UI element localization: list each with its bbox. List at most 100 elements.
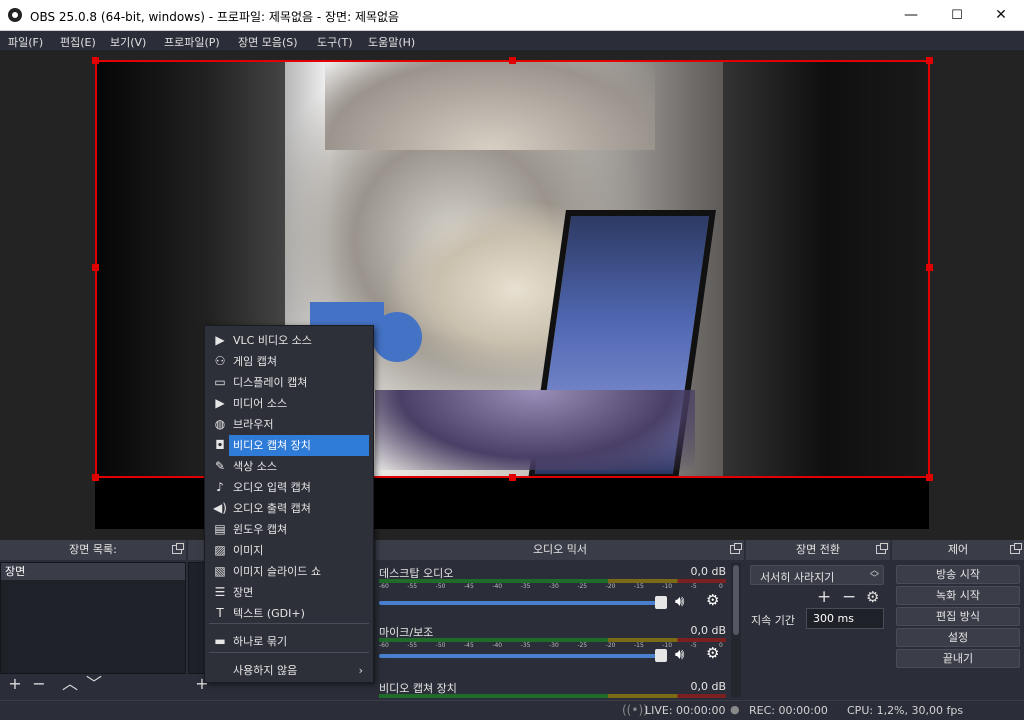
controls-title: 제어 — [892, 540, 1024, 560]
gear-icon[interactable]: ⚙ — [706, 591, 719, 609]
menu-item[interactable]: ◍ 브라우저 — [205, 414, 373, 435]
menu-tools[interactable]: 도구(T) — [317, 34, 353, 50]
remove-transition-button[interactable]: − — [842, 587, 856, 607]
start-recording-button[interactable]: 녹화 시작 — [896, 586, 1020, 605]
scenes-list[interactable]: 장면 — [0, 562, 186, 674]
transitions-title: 장면 전환 — [746, 540, 890, 560]
menu-item-label: 색상 소스 — [233, 460, 277, 473]
blue-circle-shape — [372, 312, 422, 362]
menu-item[interactable]: ▨ 이미지 — [205, 540, 373, 561]
level-meter — [379, 694, 726, 698]
transition-select[interactable]: 서서히 사라지기 ︿ ﹀ — [750, 565, 884, 585]
mixer-scrollbar[interactable] — [731, 563, 741, 697]
rec-indicator-icon: ● — [730, 703, 740, 716]
db-tick-label: -45 — [464, 642, 474, 649]
undock-icon[interactable] — [1010, 543, 1022, 554]
menu-profile[interactable]: 프로파일(P) — [164, 34, 220, 50]
menu-item-label: 이미지 슬라이드 쇼 — [233, 565, 321, 578]
db-tick-label: -15 — [634, 583, 644, 590]
menu-separator — [209, 623, 369, 624]
resize-handle[interactable] — [92, 57, 99, 64]
menu-item[interactable]: ▶ VLC 비디오 소스 — [205, 330, 373, 351]
menu-edit[interactable]: 편집(E) — [60, 34, 96, 50]
menu-item[interactable]: ✎ 색상 소스 — [205, 456, 373, 477]
camera-icon: ◘ — [215, 438, 225, 452]
db-tick-label: -30 — [549, 583, 559, 590]
undock-icon[interactable] — [876, 543, 888, 554]
db-tick-label: -10 — [662, 583, 673, 590]
gear-icon[interactable]: ⚙ — [706, 644, 719, 662]
menu-view[interactable]: 보기(V) — [110, 34, 146, 50]
remove-scene-button[interactable]: − — [29, 675, 49, 693]
globe-icon: ◍ — [214, 417, 226, 431]
resize-handle[interactable] — [926, 474, 933, 481]
menu-item-label: 윈도우 캡쳐 — [233, 523, 288, 536]
settings-button[interactable]: 설정 — [896, 628, 1020, 647]
maximize-button[interactable]: ☐ — [934, 0, 980, 31]
exit-button[interactable]: 끝내기 — [896, 649, 1020, 668]
add-transition-button[interactable]: + — [817, 587, 831, 607]
menu-item[interactable]: 사용하지 않음 › — [205, 660, 373, 681]
menu-item[interactable]: ♪ 오디오 입력 캡쳐 — [205, 477, 373, 498]
channel-db: 0,0 dB — [690, 565, 726, 578]
folder-icon: ▬ — [214, 634, 226, 648]
move-down-button[interactable]: ﹀ — [84, 675, 104, 693]
duration-spinbox[interactable]: 300 ms — [806, 608, 884, 629]
menu-item[interactable]: T 텍스트 (GDI+) — [205, 603, 373, 624]
gear-icon[interactable]: ⚙ — [866, 588, 879, 606]
brush-icon: ✎ — [214, 459, 226, 473]
db-scale: -60 -55 -50 -45 -40 -35 -30 -25 -20 -15 -10 -5 0 — [379, 583, 726, 593]
resize-handle[interactable] — [92, 264, 99, 271]
menu-item[interactable]: ▬ 하나로 묶기 — [205, 631, 373, 652]
db-tick-label: -5 — [690, 642, 697, 649]
menu-help[interactable]: 도움말(H) — [368, 34, 415, 50]
db-tick-label: 0 — [719, 583, 723, 590]
db-tick-label: -35 — [520, 583, 531, 590]
audio-mixer-title: 오디오 믹서 — [376, 540, 744, 560]
move-up-button[interactable]: ︿ — [60, 675, 80, 693]
volume-slider-handle[interactable] — [655, 596, 667, 609]
menu-item-label: 오디오 출력 캡쳐 — [233, 502, 311, 515]
speaker-icon[interactable]: 🔊︎ — [675, 592, 684, 610]
menu-item-label: 텍스트 (GDI+) — [233, 607, 305, 620]
menu-item[interactable]: ▧ 이미지 슬라이드 쇼 — [205, 561, 373, 582]
menu-item[interactable]: ☰ 장면 — [205, 582, 373, 603]
volume-slider-handle[interactable] — [655, 649, 667, 662]
menu-item[interactable]: ◀) 오디오 출력 캡쳐 — [205, 498, 373, 519]
menu-item-label: 미디어 소스 — [233, 397, 288, 410]
resize-handle[interactable] — [92, 474, 99, 481]
menu-item[interactable]: ▤ 윈도우 캡쳐 — [205, 519, 373, 540]
db-tick-label: -25 — [577, 642, 588, 649]
monitor-icon: ▭ — [214, 375, 226, 389]
db-tick-label: 0 — [719, 642, 723, 649]
resize-handle[interactable] — [509, 474, 516, 481]
gamepad-icon: ⚇ — [214, 354, 226, 368]
studio-mode-button[interactable]: 편집 방식 — [896, 607, 1020, 626]
close-button[interactable]: ✕ — [978, 0, 1024, 31]
add-source-menu: ▶ VLC 비디오 소스 ⚇ 게임 캡쳐 ▭ 디스플레이 캡쳐 ▶ 미디어 소스 ◍ 브라우저 ◘ 비… — [204, 325, 374, 683]
menu-item-label: 장면 — [233, 586, 254, 599]
channel-db: 0,0 dB — [690, 680, 726, 693]
undock-icon[interactable] — [172, 543, 184, 554]
resize-handle[interactable] — [926, 264, 933, 271]
resize-handle[interactable] — [509, 57, 516, 64]
add-scene-button[interactable]: + — [5, 675, 25, 693]
volume-slider[interactable] — [379, 601, 661, 605]
live-time: LIVE: 00:00:00 — [645, 704, 726, 717]
minimize-button[interactable]: — — [888, 0, 934, 31]
menu-item[interactable]: ▭ 디스플레이 캡쳐 — [205, 372, 373, 393]
db-tick-label: -35 — [520, 642, 531, 649]
obs-logo-icon — [8, 8, 22, 22]
menu-item[interactable]: ⚇ 게임 캡쳐 — [205, 351, 373, 372]
speaker-icon[interactable]: 🔊︎ — [675, 645, 684, 663]
menu-item[interactable]: ▶ 미디어 소스 — [205, 393, 373, 414]
menu-scene-collection[interactable]: 장면 모음(S) — [238, 34, 298, 50]
volume-slider[interactable] — [379, 654, 661, 658]
undock-icon[interactable] — [730, 543, 742, 554]
menu-item[interactable]: ◘ 비디오 캡쳐 장치 — [205, 435, 373, 456]
menu-file[interactable]: 파일(F) — [8, 34, 43, 50]
resize-handle[interactable] — [926, 57, 933, 64]
list-item[interactable]: 장면 — [1, 563, 185, 580]
start-streaming-button[interactable]: 방송 시작 — [896, 565, 1020, 584]
list-icon: ☰ — [214, 585, 226, 599]
